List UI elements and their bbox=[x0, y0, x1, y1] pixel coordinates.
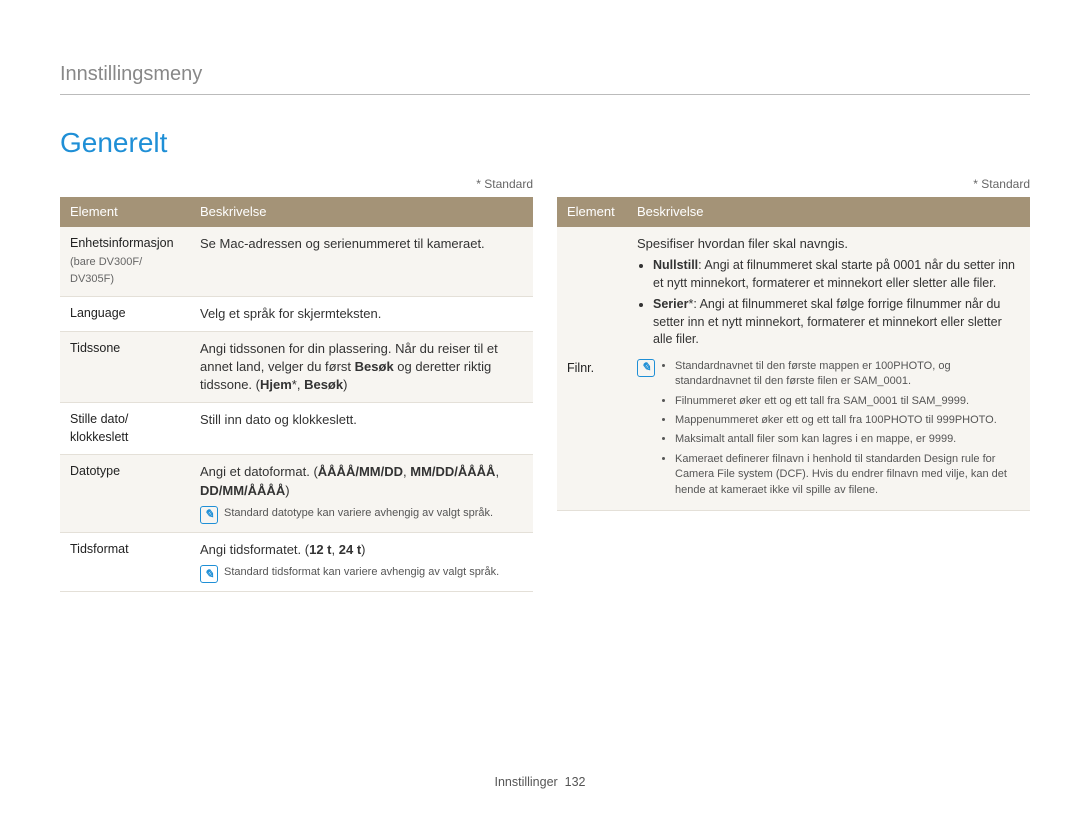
cell-desc: Still inn dato og klokkeslett. bbox=[190, 403, 533, 455]
header-description: Beskrivelse bbox=[627, 197, 1030, 227]
text: Angi et datoformat. ( bbox=[200, 464, 318, 479]
content-columns: * Standard Element Beskrivelse Enhetsinf… bbox=[60, 176, 1030, 592]
table-row: Tidssone Angi tidssonen for din plasseri… bbox=[60, 331, 533, 403]
cell-label: Enhetsinformasjon (bare DV300F/ DV305F) bbox=[60, 227, 190, 296]
header-element: Element bbox=[60, 197, 190, 227]
cell-label: Language bbox=[60, 296, 190, 331]
cell-desc: Velg et språk for skjermteksten. bbox=[190, 296, 533, 331]
note-list: Standardnavnet til den første mappen er … bbox=[661, 359, 1020, 502]
note-text: Standard datotype kan variere avhengig a… bbox=[224, 506, 493, 524]
page-title: Generelt bbox=[60, 123, 1030, 162]
cell-desc: Angi et datoformat. (ÅÅÅÅ/MM/DD, MM/DD/Å… bbox=[190, 455, 533, 532]
cell-label: Filnr. bbox=[557, 227, 627, 510]
bold: Nullstill bbox=[653, 258, 698, 272]
cell-desc: Spesifiser hvordan filer skal navngis. N… bbox=[627, 227, 1030, 510]
note: ✎ Standard tidsformat kan variere avheng… bbox=[200, 565, 523, 583]
table-row: Enhetsinformasjon (bare DV300F/ DV305F) … bbox=[60, 227, 533, 296]
header-element: Element bbox=[557, 197, 627, 227]
note-icon: ✎ bbox=[200, 506, 218, 524]
list-item: Standardnavnet til den første mappen er … bbox=[675, 359, 1020, 390]
list-item: Filnummeret øker ett og ett tall fra SAM… bbox=[675, 394, 1020, 409]
note: ✎ Standard datotype kan variere avhengig… bbox=[200, 506, 523, 524]
footer-page: 132 bbox=[565, 775, 586, 789]
table-row: Stille dato/ klokkeslett Still inn dato … bbox=[60, 403, 533, 455]
row-sublabel: (bare DV300F/ DV305F) bbox=[70, 256, 142, 286]
header-description: Beskrivelse bbox=[190, 197, 533, 227]
footer-section: Innstillinger bbox=[494, 775, 557, 789]
text: ) bbox=[361, 542, 365, 557]
bold: ÅÅÅÅ/MM/DD bbox=[318, 464, 403, 479]
note-icon: ✎ bbox=[637, 359, 655, 377]
table-row: Filnr. Spesifiser hvordan filer skal nav… bbox=[557, 227, 1030, 510]
cell-desc: Angi tidssonen for din plassering. Når d… bbox=[190, 331, 533, 403]
list-item: Maksimalt antall filer som kan lagres i … bbox=[675, 432, 1020, 447]
right-column: * Standard Element Beskrivelse Filnr. Sp… bbox=[557, 176, 1030, 511]
cell-label: Datotype bbox=[60, 455, 190, 532]
bold: 24 t bbox=[339, 542, 361, 557]
row-label: Enhetsinformasjon bbox=[70, 236, 174, 250]
bold: 12 t bbox=[309, 542, 331, 557]
divider bbox=[60, 94, 1030, 95]
page-footer: Innstillinger 132 bbox=[0, 774, 1080, 792]
standard-note-right: * Standard bbox=[557, 176, 1030, 193]
list-item: Mappenummeret øker ett og ett tall fra 1… bbox=[675, 413, 1020, 428]
text: ) bbox=[285, 483, 289, 498]
bold: Serier bbox=[653, 297, 688, 311]
table-row: Language Velg et språk for skjermteksten… bbox=[60, 296, 533, 331]
standard-note-left: * Standard bbox=[60, 176, 533, 193]
left-column: * Standard Element Beskrivelse Enhetsinf… bbox=[60, 176, 533, 592]
table-header: Element Beskrivelse bbox=[557, 197, 1030, 227]
text: : Angi at filnummeret skal starte på 000… bbox=[653, 258, 1015, 290]
text: Angi tidsformatet. ( bbox=[200, 542, 309, 557]
right-table: Element Beskrivelse Filnr. Spesifiser hv… bbox=[557, 197, 1030, 511]
text: , bbox=[332, 542, 339, 557]
bold: Besøk bbox=[355, 359, 394, 374]
text: ) bbox=[343, 377, 347, 392]
text: *, bbox=[292, 377, 304, 392]
bold: Hjem bbox=[260, 377, 292, 392]
table-header: Element Beskrivelse bbox=[60, 197, 533, 227]
cell-desc: Angi tidsformatet. (12 t, 24 t) ✎ Standa… bbox=[190, 532, 533, 591]
table-row: Datotype Angi et datoformat. (ÅÅÅÅ/MM/DD… bbox=[60, 455, 533, 532]
note-icon: ✎ bbox=[200, 565, 218, 583]
note-text: Standard tidsformat kan variere avhengig… bbox=[224, 565, 499, 583]
breadcrumb: Innstillingsmeny bbox=[60, 60, 1030, 88]
cell-label: Stille dato/ klokkeslett bbox=[60, 403, 190, 455]
table-row: Tidsformat Angi tidsformatet. (12 t, 24 … bbox=[60, 532, 533, 591]
list-item: Nullstill: Angi at filnummeret skal star… bbox=[653, 257, 1020, 292]
left-table: Element Beskrivelse Enhetsinformasjon (b… bbox=[60, 197, 533, 592]
note: ✎ Standardnavnet til den første mappen e… bbox=[637, 359, 1020, 502]
text: *: Angi at filnummeret skal følge forrig… bbox=[653, 297, 1002, 346]
cell-label: Tidsformat bbox=[60, 532, 190, 591]
cell-desc: Se Mac-adressen og serienummeret til kam… bbox=[190, 227, 533, 296]
list-item: Kameraet definerer filnavn i henhold til… bbox=[675, 452, 1020, 498]
intro-text: Spesifiser hvordan filer skal navngis. bbox=[637, 235, 1020, 253]
cell-label: Tidssone bbox=[60, 331, 190, 403]
option-list: Nullstill: Angi at filnummeret skal star… bbox=[637, 257, 1020, 349]
bold: DD/MM/ÅÅÅÅ bbox=[200, 483, 285, 498]
bold: MM/DD/ÅÅÅÅ bbox=[410, 464, 495, 479]
bold: Besøk bbox=[304, 377, 343, 392]
text: , bbox=[495, 464, 499, 479]
list-item: Serier*: Angi at filnummeret skal følge … bbox=[653, 296, 1020, 349]
